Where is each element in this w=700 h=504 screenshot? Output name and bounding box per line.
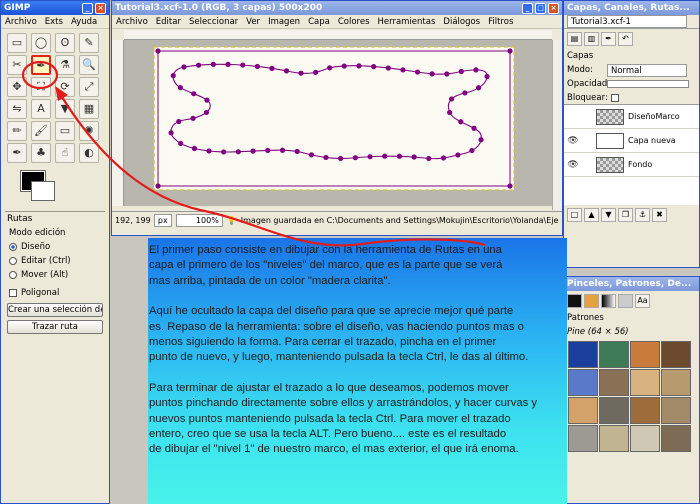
- highlight-circle: [21, 60, 59, 90]
- arrow-head: [55, 86, 68, 101]
- annotation-overlay: [21, 60, 486, 247]
- annotation-arrow: [61, 96, 486, 247]
